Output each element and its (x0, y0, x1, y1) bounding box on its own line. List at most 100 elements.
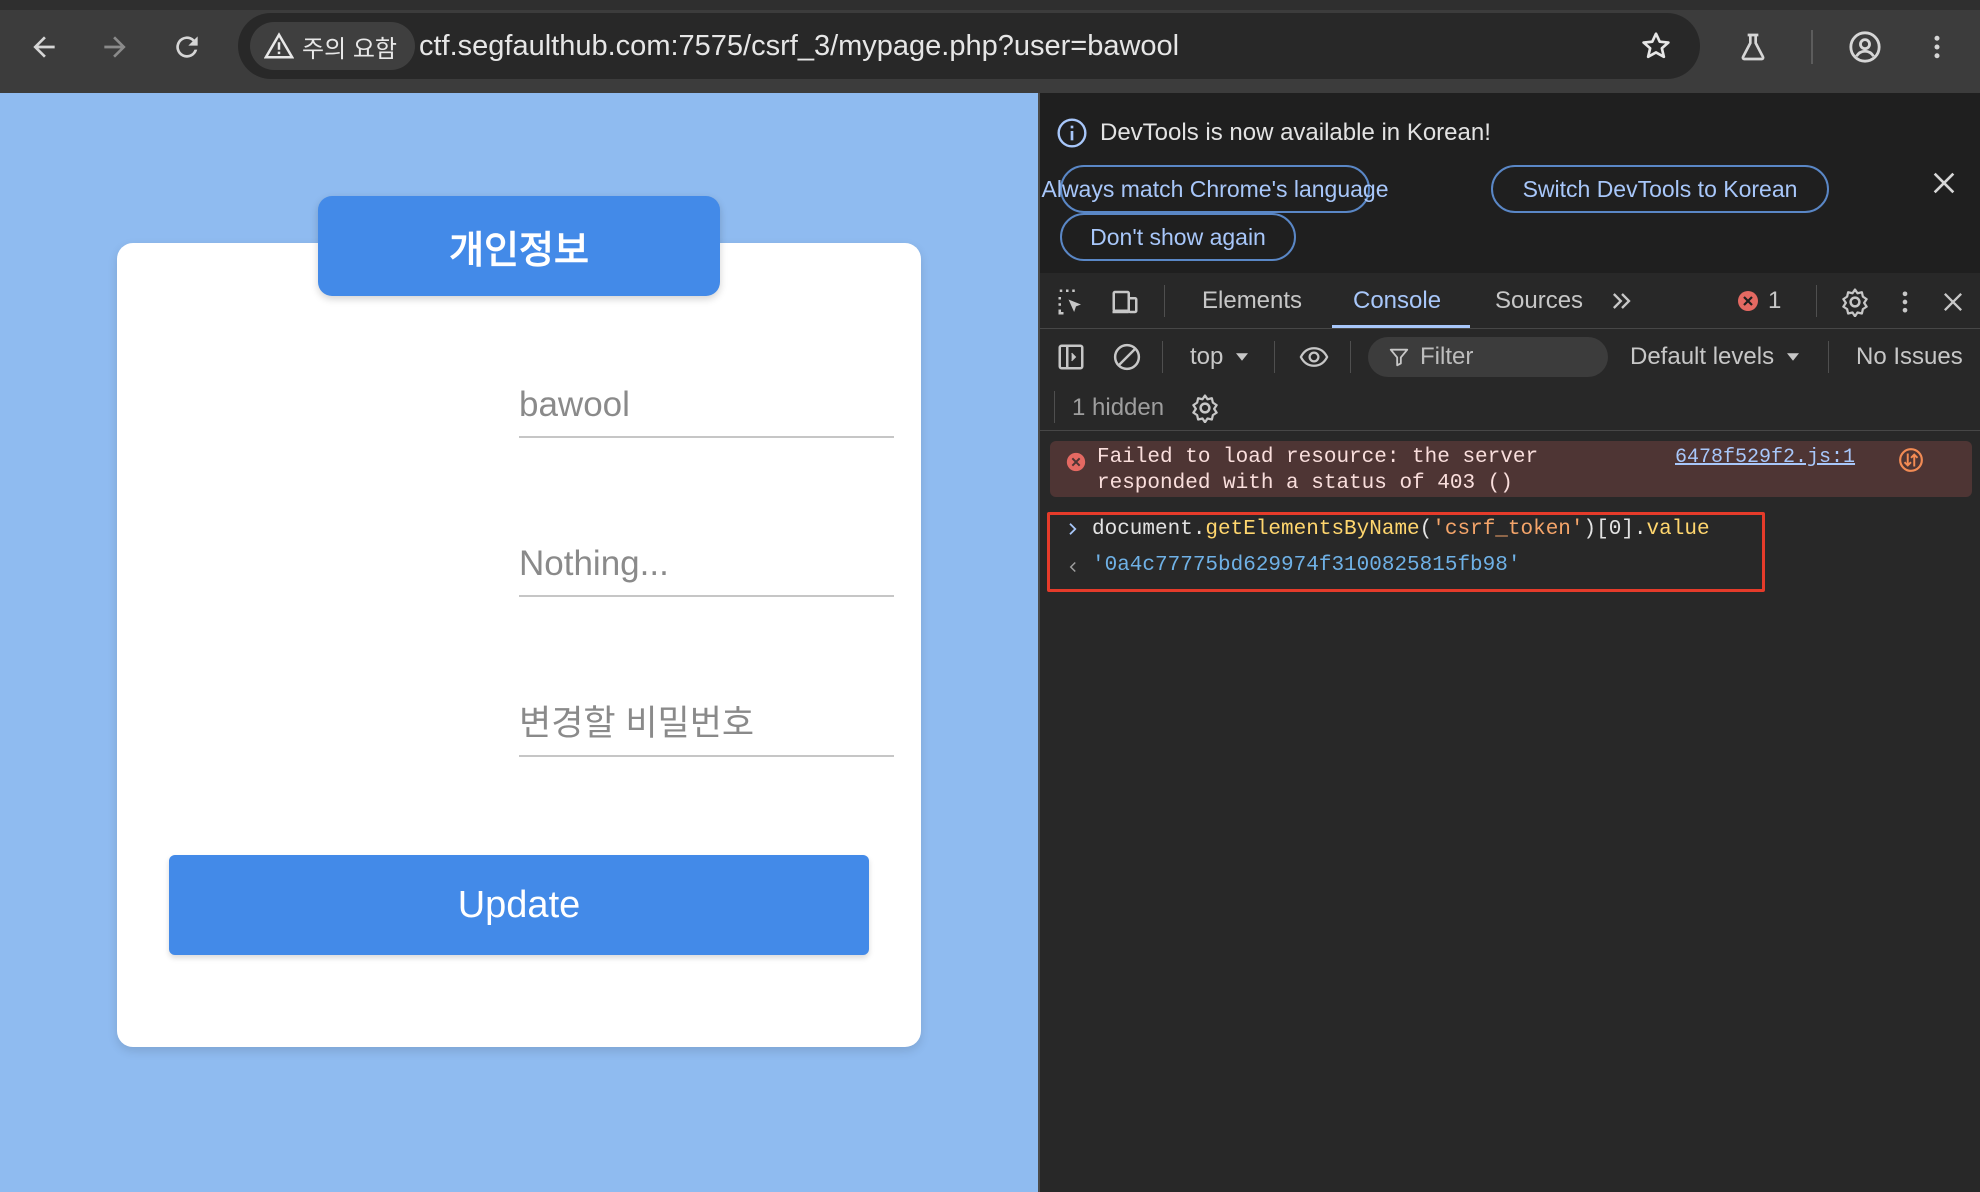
toolbar-separator (1828, 341, 1829, 373)
return-arrow-icon (1069, 561, 1076, 573)
live-expression-button[interactable] (1294, 340, 1334, 374)
device-toolbar-button[interactable] (1108, 285, 1142, 319)
console-command: document.getElementsByName('csrf_token')… (1092, 517, 1710, 543)
chrome-menu-button[interactable] (1912, 22, 1962, 72)
context-label: top (1190, 343, 1224, 370)
profile-button[interactable] (1840, 22, 1890, 72)
account-circle-icon (1849, 31, 1881, 63)
error-count-badge[interactable]: 1 (1736, 285, 1781, 317)
issues-counter[interactable]: No Issues (1856, 340, 1963, 374)
page-title: 개인정보 (318, 196, 720, 296)
tab-separator-2 (1816, 285, 1817, 317)
active-tab-indicator (1332, 325, 1470, 328)
reload-button[interactable] (162, 22, 212, 72)
cmd-open-paren: ( (1419, 518, 1433, 541)
switch-to-korean-button[interactable]: Switch DevTools to Korean (1491, 165, 1829, 213)
security-chip-label: 주의 요함 (302, 35, 397, 63)
more-vertical-icon (1902, 291, 1908, 313)
caret-down-icon (1787, 353, 1800, 361)
page-viewport: Update 개인정보 (0, 93, 1038, 1192)
profile-card: Update (117, 243, 921, 1047)
console-toolbar-secondary: 1 hidden (1040, 385, 1980, 431)
browser-toolbar: 주의 요함 ctf.segfaulthub.com:7575/csrf_3/my… (0, 0, 1980, 93)
bookmark-star-icon[interactable] (1640, 30, 1672, 62)
cmd-object: document. (1092, 518, 1206, 541)
filter-input[interactable]: Filter (1368, 337, 1608, 377)
cmd-argument: 'csrf_token' (1432, 518, 1584, 541)
tab-console[interactable]: Console (1353, 273, 1441, 329)
sidebar-toggle-button[interactable] (1054, 340, 1088, 374)
more-tabs-button[interactable] (1606, 285, 1638, 317)
labs-button[interactable] (1728, 22, 1778, 72)
cmd-method: getElementsByName (1205, 518, 1420, 541)
error-line-2: responded with a status of 403 () (1097, 472, 1513, 495)
toolbar-separator (1350, 341, 1351, 373)
flask-icon (1741, 33, 1765, 61)
error-line-1: Failed to load resource: the server (1097, 446, 1539, 469)
settings-button[interactable] (1838, 285, 1872, 319)
error-circle-icon (1738, 291, 1758, 311)
error-count: 1 (1768, 287, 1782, 314)
gear-icon (1192, 394, 1218, 423)
devtools-menu-button[interactable] (1890, 285, 1920, 319)
device-toggle-icon (1112, 290, 1138, 314)
caret-down-icon (1236, 353, 1249, 361)
gear-icon (1842, 288, 1868, 317)
error-source-link[interactable]: 6478f529f2.js:1 (1675, 445, 1855, 471)
eye-icon (1299, 347, 1329, 367)
inspect-element-button[interactable] (1054, 285, 1088, 319)
toolbar-separator (1811, 30, 1813, 64)
chevron-double-right-icon (1613, 293, 1631, 309)
reload-icon (176, 36, 198, 58)
back-button[interactable] (19, 22, 69, 72)
cmd-property: value (1646, 518, 1710, 541)
filter-icon (1389, 348, 1409, 367)
toolbar-separator (1054, 391, 1055, 423)
toolbar-separator (1274, 341, 1275, 373)
warning-triangle-icon (264, 32, 294, 59)
devtools-panel: DevTools is now available in Korean! Alw… (1038, 93, 1980, 1192)
cmd-index: )[0]. (1583, 518, 1647, 541)
always-match-language-button[interactable]: Always match Chrome's language (1042, 165, 1389, 213)
devtools-tabs: Elements Console Sources 1 (1040, 273, 1980, 329)
console-settings-button[interactable] (1188, 391, 1222, 425)
close-icon[interactable] (1928, 167, 1960, 199)
close-icon (1944, 293, 1962, 311)
log-levels-dropdown[interactable]: Default levels (1630, 340, 1802, 374)
update-button[interactable]: Update (169, 855, 869, 955)
tab-separator (1164, 285, 1165, 317)
more-vertical-icon (1934, 35, 1940, 59)
tab-sources[interactable]: Sources (1495, 273, 1583, 329)
language-infobar: DevTools is now available in Korean! Alw… (1040, 93, 1980, 273)
forward-button[interactable] (90, 22, 140, 72)
arrow-left-icon (33, 36, 55, 58)
tab-elements[interactable]: Elements (1202, 273, 1302, 329)
chevron-right-icon (1069, 523, 1077, 535)
username-field[interactable] (519, 374, 894, 438)
window-edge (0, 0, 1980, 10)
info-icon (1057, 118, 1087, 148)
console-error-message: Failed to load resource: the server resp… (1050, 441, 1972, 497)
security-chip[interactable]: 주의 요함 (250, 22, 415, 70)
toolbar-separator (1162, 341, 1163, 373)
infobar-message: DevTools is now available in Korean! (1100, 119, 1491, 146)
address-bar[interactable]: 주의 요함 ctf.segfaulthub.com:7575/csrf_3/my… (238, 13, 1700, 79)
info-field[interactable] (519, 533, 894, 597)
error-text: Failed to load resource: the server resp… (1097, 445, 1538, 497)
log-levels-label: Default levels (1630, 343, 1775, 370)
dont-show-again-button[interactable]: Don't show again (1060, 213, 1296, 261)
hidden-count: 1 hidden (1072, 394, 1165, 421)
new-password-field[interactable] (519, 693, 894, 757)
network-request-icon[interactable] (1898, 447, 1924, 473)
url-text[interactable]: ctf.segfaulthub.com:7575/csrf_3/mypage.p… (419, 13, 1179, 79)
filter-placeholder: Filter (1420, 343, 1474, 370)
error-circle-icon (1066, 452, 1086, 472)
sidebar-icon (1058, 344, 1084, 370)
console-result-value[interactable]: '0a4c77775bd629974f3100825815fb98' (1092, 553, 1520, 579)
arrow-right-icon (104, 36, 126, 58)
clear-console-button[interactable] (1110, 340, 1144, 374)
select-element-icon (1058, 289, 1081, 315)
context-selector[interactable]: top (1190, 340, 1251, 374)
block-icon (1113, 343, 1141, 371)
close-devtools-button[interactable] (1937, 285, 1969, 319)
